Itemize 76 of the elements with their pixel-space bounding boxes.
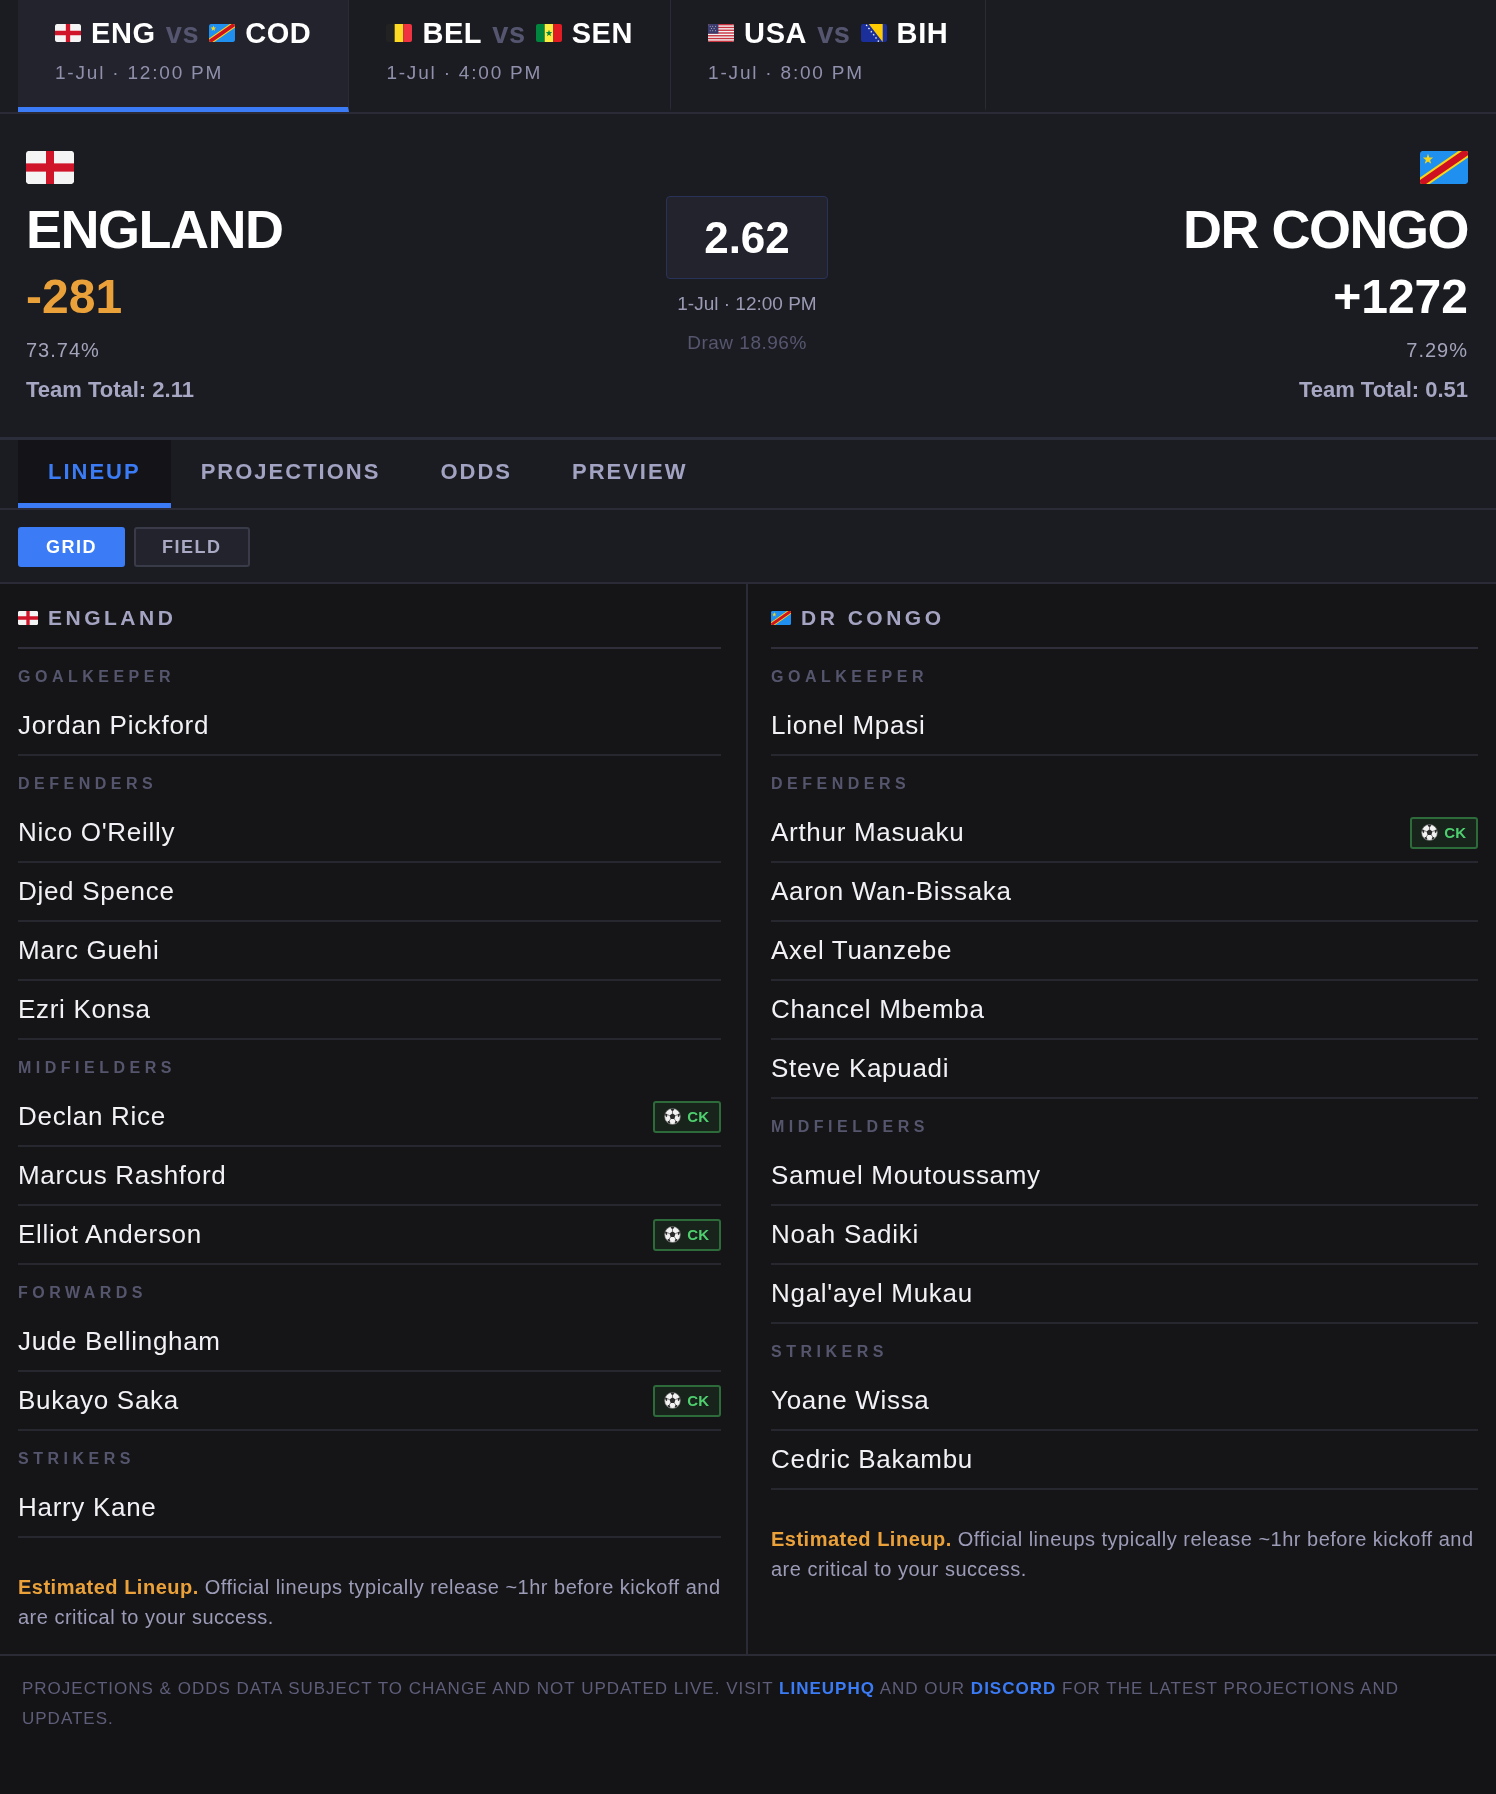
position-label: DEFENDERS bbox=[18, 775, 158, 792]
player-name: Harry Kane bbox=[18, 1492, 157, 1523]
view-toggle-button[interactable]: FIELD bbox=[134, 527, 250, 567]
lineup-note: Estimated Lineup. Official lineups typically release ~1hr before kickoff and are critical to your success. bbox=[771, 1527, 1475, 1582]
flag-icon bbox=[209, 24, 236, 42]
player-name: Samuel Moutoussamy bbox=[771, 1160, 1041, 1191]
flag-icon bbox=[386, 24, 413, 42]
player-name: Steve Kapuadi bbox=[771, 1053, 950, 1084]
win-probability: 73.74% bbox=[26, 338, 100, 363]
view-toggle-button[interactable]: GRID bbox=[18, 527, 125, 567]
soccer-ball-icon bbox=[664, 1226, 682, 1243]
position-label: MIDFIELDERS bbox=[771, 1118, 929, 1135]
player-name: Marcus Rashford bbox=[18, 1160, 227, 1191]
ck-label: CK bbox=[687, 1392, 709, 1409]
section-tab[interactable]: ODDS bbox=[410, 440, 542, 508]
player-name: Lionel Mpasi bbox=[771, 710, 926, 741]
lineup-note: Estimated Lineup. Official lineups typically release ~1hr before kickoff and are critical to your success. bbox=[18, 1575, 721, 1630]
soccer-ball-icon bbox=[1421, 824, 1439, 841]
player-name: Cedric Bakambu bbox=[771, 1444, 973, 1475]
disclaimer-text: PROJECTIONS & ODDS DATA SUBJECT TO CHANGE AND NOT UPDATED LIVE. VISIT LINEUPHQ AND OUR DISCORD FOR THE LATEST PROJECTIONS AND UPDATES. bbox=[22, 1678, 1400, 1730]
position-label: FORWARDS bbox=[18, 1284, 148, 1301]
section-tab[interactable]: LINEUP bbox=[18, 440, 171, 508]
match-tab[interactable]: ENG vs COD 1-Jul · 12:00 PM bbox=[18, 0, 350, 112]
player-name: Aaron Wan-Bissaka bbox=[771, 876, 1012, 907]
team-heading: ENGLAND bbox=[48, 605, 177, 631]
team-heading: DR CONGO bbox=[801, 605, 945, 631]
ck-label: CK bbox=[687, 1226, 709, 1243]
flag-icon bbox=[55, 24, 81, 42]
ck-label: CK bbox=[1444, 824, 1466, 841]
position-label: GOALKEEPER bbox=[18, 668, 175, 685]
section-tab[interactable]: PREVIEW bbox=[541, 440, 718, 508]
player-name: Elliot Anderson bbox=[18, 1219, 202, 1250]
flag-icon bbox=[535, 24, 562, 42]
player-name: Arthur Masuaku bbox=[771, 817, 965, 848]
player-name: Noah Sadiki bbox=[771, 1219, 919, 1250]
flag-icon bbox=[860, 24, 887, 42]
match-time: 1-Jul · 12:00 PM bbox=[677, 292, 817, 316]
player-name: Ezri Konsa bbox=[18, 994, 151, 1025]
team-odds: +1272 bbox=[1333, 271, 1468, 323]
team-odds: -281 bbox=[26, 271, 123, 323]
team-name: ENGLAND bbox=[26, 199, 283, 259]
team-name: DR CONGO bbox=[1183, 199, 1468, 259]
section-tab[interactable]: PROJECTIONS bbox=[170, 440, 411, 508]
position-label: GOALKEEPER bbox=[771, 668, 928, 685]
player-name: Jude Bellingham bbox=[18, 1326, 221, 1357]
flag-icon bbox=[1420, 151, 1468, 184]
player-name: Axel Tuanzebe bbox=[771, 935, 953, 966]
win-probability: 7.29% bbox=[1406, 338, 1468, 363]
player-name: Jordan Pickford bbox=[18, 710, 210, 741]
draw-probability: Draw 18.96% bbox=[687, 331, 807, 355]
player-name: Djed Spence bbox=[18, 876, 175, 907]
position-label: DEFENDERS bbox=[771, 775, 911, 792]
footer-link[interactable]: DISCORD bbox=[970, 1679, 1057, 1698]
team-total: Team Total: 2.11 bbox=[26, 376, 194, 404]
player-name: Declan Rice bbox=[18, 1101, 166, 1132]
ck-label: CK bbox=[687, 1108, 709, 1125]
soccer-ball-icon bbox=[664, 1392, 682, 1409]
player-name: Nico O'Reilly bbox=[18, 817, 176, 848]
flag-icon bbox=[18, 611, 38, 625]
player-name: Yoane Wissa bbox=[771, 1385, 930, 1416]
player-name: Chancel Mbemba bbox=[771, 994, 985, 1025]
footer-link[interactable]: LINEUPHQ bbox=[779, 1679, 875, 1698]
flag-icon bbox=[26, 151, 74, 184]
position-label: STRIKERS bbox=[771, 1343, 888, 1360]
match-total: 2.62 bbox=[666, 196, 828, 279]
team-total: Team Total: 0.51 bbox=[1298, 376, 1468, 404]
player-name: Ngal'ayel Mukau bbox=[771, 1278, 973, 1309]
soccer-ball-icon bbox=[664, 1108, 682, 1125]
player-name: Marc Guehi bbox=[18, 935, 160, 966]
position-label: MIDFIELDERS bbox=[18, 1059, 176, 1076]
match-tab[interactable]: USA vs BIH 1-Jul · 8:00 PM bbox=[671, 0, 987, 112]
position-label: STRIKERS bbox=[18, 1450, 135, 1467]
match-tab[interactable]: BEL vs SEN 1-Jul · 4:00 PM bbox=[349, 0, 672, 112]
flag-icon bbox=[708, 24, 735, 42]
flag-icon bbox=[771, 611, 791, 625]
player-name: Bukayo Saka bbox=[18, 1385, 179, 1416]
